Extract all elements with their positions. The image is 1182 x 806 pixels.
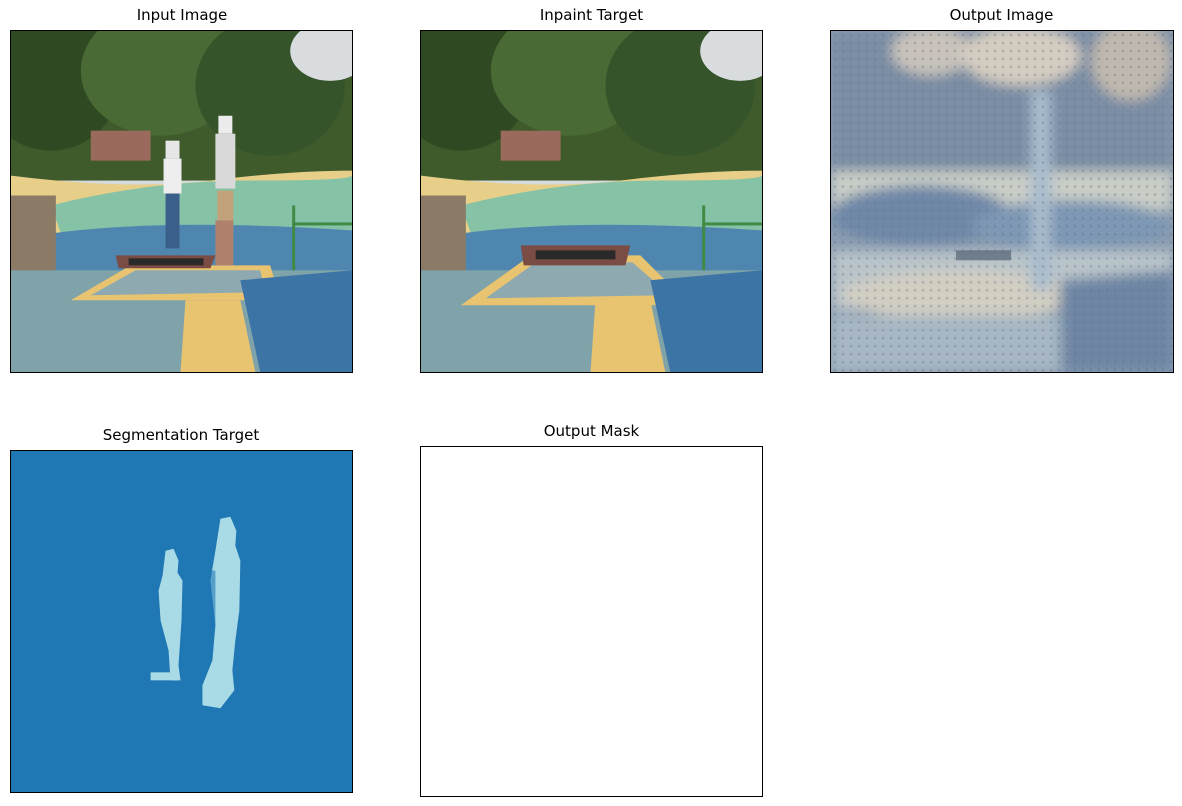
panel-title-output-mask: Output Mask <box>543 422 640 440</box>
panel-title-segmentation-target: Segmentation Target <box>102 426 260 444</box>
input-image <box>11 31 352 372</box>
inpaint-target-image <box>421 31 762 372</box>
input-image-panel <box>10 30 353 373</box>
panel-title-input-image: Input Image <box>136 6 228 24</box>
output-mask-panel <box>420 446 763 797</box>
panel-title-inpaint-target: Inpaint Target <box>539 6 644 24</box>
panel-title-output-image: Output Image <box>949 6 1054 24</box>
inpaint-target-panel <box>420 30 763 373</box>
segmentation-target-panel <box>10 450 353 793</box>
output-image-panel <box>830 30 1174 373</box>
output-image <box>831 31 1173 372</box>
segmentation-mask <box>11 451 352 792</box>
